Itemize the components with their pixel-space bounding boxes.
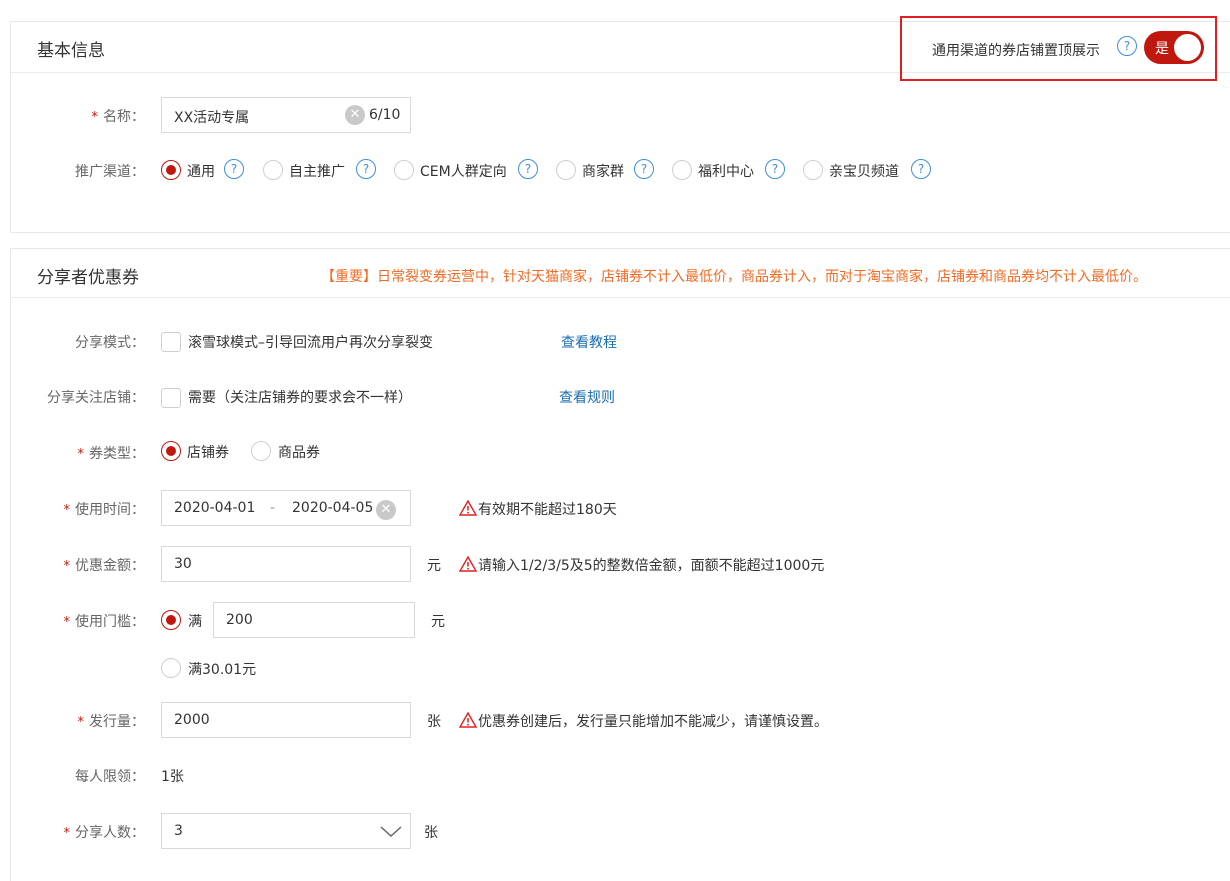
channel-general-help-icon[interactable]: ? [224, 159, 244, 179]
coupon-type-option-product[interactable]: 商品券 [278, 442, 320, 462]
follow-store-option[interactable]: 需要（关注店铺券的要求会不一样） [188, 387, 412, 407]
follow-store-label: 分享关注店铺： [47, 390, 145, 406]
coupon-type-radio-store[interactable] [161, 441, 181, 461]
channel-baby-channel-help-icon[interactable]: ? [911, 159, 931, 179]
use-time-range-picker[interactable]: 2020-04-01 - 2020-04-05 ✕ [161, 490, 411, 526]
channel-option-self-promo[interactable]: 自主推广 [289, 161, 345, 181]
discount-amount-value: 30 [174, 556, 192, 572]
per-person-limit-value: 1张 [161, 769, 184, 785]
required-asterisk: * [77, 715, 85, 730]
threshold-amount-value: 200 [226, 612, 253, 628]
view-rules-link[interactable]: 查看规则 [559, 387, 615, 407]
discount-amount-unit: 元 [427, 558, 441, 574]
threshold-radio-preset[interactable] [161, 658, 181, 678]
clear-date-icon[interactable]: ✕ [376, 500, 396, 520]
coupon-type-option-store[interactable]: 店铺券 [187, 442, 229, 462]
coupon-type-label: * 券类型： [77, 446, 146, 462]
threshold-unit: 元 [431, 614, 445, 630]
chevron-down-icon [380, 826, 402, 838]
channel-option-general[interactable]: 通用 [187, 161, 215, 181]
pin-top-toggle-highlight: 通用渠道的券店铺置顶展示 ? 是 [900, 16, 1217, 81]
threshold-option-min-spend[interactable]: 满 [188, 611, 202, 631]
toggle-state-text: 是 [1155, 41, 1169, 57]
share-count-select[interactable]: 3 [161, 813, 411, 849]
channel-radio-baby-channel[interactable] [803, 160, 823, 180]
quantity-warning: 优惠券创建后，发行量只能增加不能减少，请谨慎设置。 [459, 711, 828, 731]
quantity-input[interactable]: 2000 [161, 702, 411, 738]
pin-top-toggle-switch[interactable]: 是 [1144, 31, 1204, 64]
name-label: * 名称： [91, 109, 146, 125]
channel-option-cem[interactable]: CEM人群定向 [420, 161, 507, 181]
channel-self-promo-help-icon[interactable]: ? [356, 159, 376, 179]
use-time-end: 2020-04-05 [292, 500, 374, 516]
channel-label: 推广渠道： [75, 164, 145, 180]
channel-cem-help-icon[interactable]: ? [518, 159, 538, 179]
pin-top-help-icon[interactable]: ? [1117, 36, 1137, 56]
quantity-label: * 发行量： [77, 714, 146, 730]
required-asterisk: * [63, 503, 71, 518]
share-count-unit: 张 [424, 825, 438, 841]
channel-option-merchant-group[interactable]: 商家群 [582, 161, 624, 181]
sharer-coupon-title: 分享者优惠券 [37, 268, 139, 288]
date-range-separator: - [270, 500, 276, 516]
warning-icon [459, 712, 477, 728]
warning-icon [459, 500, 477, 516]
view-tutorial-link[interactable]: 查看教程 [561, 332, 617, 352]
warning-icon [459, 556, 477, 572]
required-asterisk: * [77, 447, 85, 462]
threshold-radio-min-spend[interactable] [161, 610, 181, 630]
toggle-knob [1174, 34, 1201, 61]
required-asterisk: * [63, 615, 71, 630]
pin-top-toggle-label: 通用渠道的券店铺置顶展示 [932, 43, 1100, 59]
discount-amount-input[interactable]: 30 [161, 546, 411, 582]
channel-option-welfare-center[interactable]: 福利中心 [698, 161, 754, 181]
use-time-label: * 使用时间： [63, 502, 146, 518]
follow-store-checkbox[interactable] [161, 388, 181, 408]
important-notice: 【重要】日常裂变券运营中，针对天猫商家，店铺券不计入最低价，商品券计入，而对于淘… [321, 269, 1147, 285]
name-char-counter: 6/10 [369, 107, 401, 123]
share-count-value: 3 [174, 823, 183, 839]
basic-info-title: 基本信息 [37, 41, 105, 61]
share-mode-checkbox[interactable] [161, 332, 181, 352]
clear-name-icon[interactable]: ✕ [345, 105, 365, 125]
channel-radio-cem[interactable] [394, 160, 414, 180]
quantity-unit: 张 [427, 714, 441, 730]
name-input-value: XX活动专属 [174, 110, 250, 126]
channel-merchant-group-help-icon[interactable]: ? [634, 159, 654, 179]
channel-radio-merchant-group[interactable] [556, 160, 576, 180]
channel-radio-general[interactable] [161, 160, 181, 180]
per-person-limit-label: 每人限领： [75, 769, 145, 785]
required-asterisk: * [91, 110, 99, 125]
sharer-coupon-header: 分享者优惠券 【重要】日常裂变券运营中，针对天猫商家，店铺券不计入最低价，商品券… [11, 249, 1230, 298]
channel-radio-welfare-center[interactable] [672, 160, 692, 180]
quantity-value: 2000 [174, 712, 210, 728]
required-asterisk: * [63, 559, 71, 574]
discount-amount-warning: 请输入1/2/3/5及5的整数倍金额，面额不能超过1000元 [459, 555, 824, 575]
channel-option-baby-channel[interactable]: 亲宝贝频道 [829, 161, 899, 181]
coupon-type-radio-product[interactable] [251, 441, 271, 461]
share-mode-option[interactable]: 滚雪球模式–引导回流用户再次分享裂变 [188, 332, 433, 352]
share-count-label: * 分享人数： [63, 825, 146, 841]
channel-welfare-center-help-icon[interactable]: ? [765, 159, 785, 179]
use-time-start: 2020-04-01 [174, 500, 256, 516]
channel-radio-self-promo[interactable] [263, 160, 283, 180]
threshold-label: * 使用门槛： [63, 614, 146, 630]
name-input[interactable]: XX活动专属 ✕ 6/10 [161, 97, 411, 133]
use-time-warning: 有效期不能超过180天 [459, 499, 617, 519]
threshold-option-preset[interactable]: 满30.01元 [188, 659, 256, 679]
share-mode-label: 分享模式： [75, 335, 145, 351]
discount-amount-label: * 优惠金额： [63, 558, 146, 574]
required-asterisk: * [63, 826, 71, 841]
threshold-amount-input[interactable]: 200 [213, 602, 415, 638]
